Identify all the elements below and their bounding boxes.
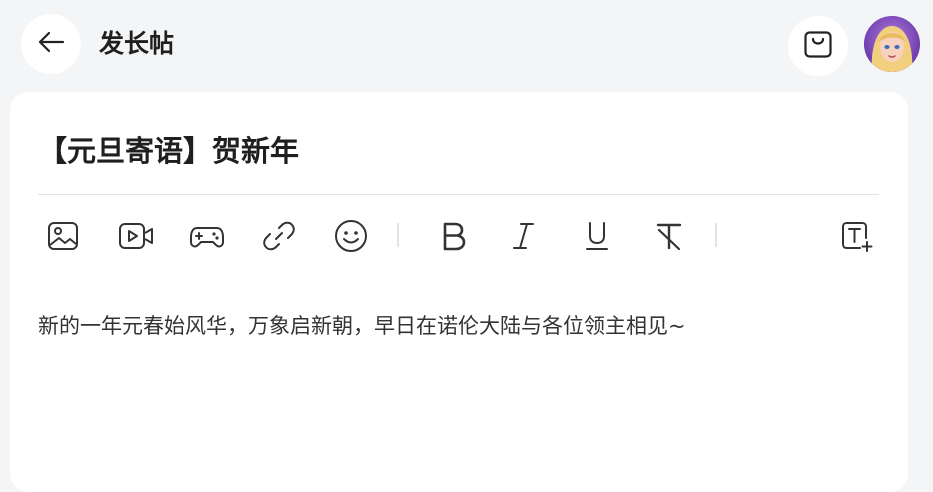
- shopping-bag-icon: [802, 28, 834, 64]
- insert-image-button[interactable]: [43, 216, 83, 256]
- arrow-left-icon: [36, 27, 66, 61]
- insert-link-button[interactable]: [259, 216, 299, 256]
- italic-icon: [508, 219, 538, 253]
- bold-button[interactable]: [433, 216, 473, 256]
- underline-button[interactable]: [577, 216, 617, 256]
- toolbar-separator: [715, 223, 717, 247]
- page-title: 发长帖: [99, 29, 175, 58]
- post-body-editor[interactable]: 新的一年元春始风华，万象启新朝，早日在诺伦大陆与各位领主相见~: [38, 310, 686, 342]
- avatar[interactable]: [864, 16, 920, 72]
- emoji-icon: [333, 218, 369, 254]
- clear-format-icon: [653, 219, 685, 253]
- clear-format-button[interactable]: [649, 216, 689, 256]
- post-title-input[interactable]: 【元旦寄语】贺新年: [38, 133, 299, 169]
- insert-game-button[interactable]: [187, 216, 227, 256]
- add-text-button[interactable]: [836, 216, 876, 256]
- avatar-image: [864, 16, 920, 72]
- image-icon: [46, 219, 80, 253]
- shopping-bag-button[interactable]: [788, 16, 848, 76]
- back-button[interactable]: [21, 14, 81, 74]
- italic-button[interactable]: [503, 216, 543, 256]
- divider: [38, 194, 879, 195]
- insert-emoji-button[interactable]: [331, 216, 371, 256]
- bold-icon: [438, 219, 468, 253]
- toolbar-separator: [397, 223, 399, 247]
- gamepad-icon: [188, 219, 226, 253]
- insert-video-button[interactable]: [116, 216, 156, 256]
- header-bar: 发长帖: [0, 0, 933, 92]
- video-icon: [117, 219, 155, 253]
- underline-icon: [582, 219, 612, 253]
- text-add-icon: [838, 218, 874, 254]
- link-icon: [262, 219, 296, 253]
